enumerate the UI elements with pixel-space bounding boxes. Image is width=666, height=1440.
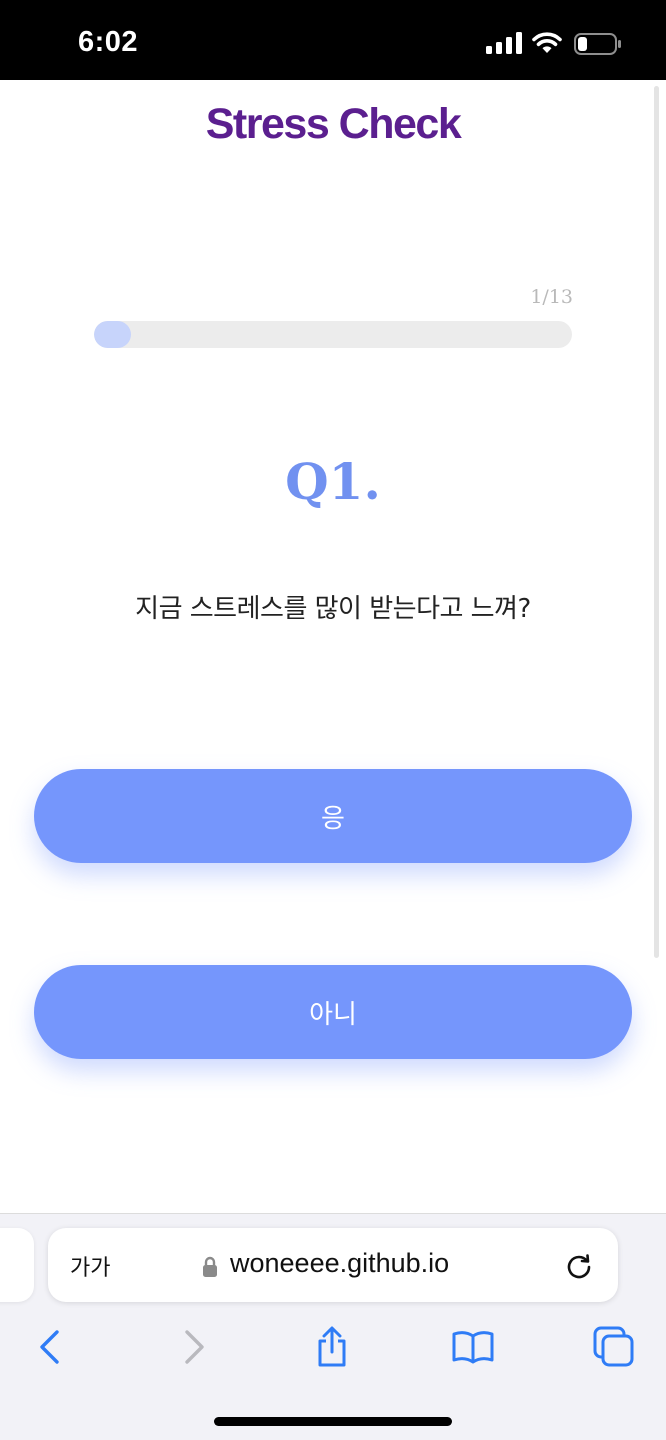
bookmarks-icon[interactable]	[452, 1326, 494, 1368]
answer-no-button[interactable]: 아니	[34, 965, 632, 1059]
question-number: Q1.	[285, 452, 381, 511]
text-size-button[interactable]: 가가	[70, 1250, 110, 1282]
progress-label: 1/13	[530, 286, 573, 308]
question-text: 지금 스트레스를 많이 받는다고 느껴?	[135, 594, 531, 624]
answer-yes-button[interactable]: 응	[34, 769, 632, 863]
url-text[interactable]: woneeee.github.io	[230, 1248, 449, 1279]
battery-low-icon	[574, 33, 621, 55]
tabs-icon[interactable]	[593, 1326, 635, 1368]
page-scrollbar[interactable]	[654, 86, 659, 958]
forward-icon[interactable]	[172, 1326, 214, 1368]
previous-tab-preview[interactable]	[0, 1228, 34, 1302]
address-bar[interactable]: 가가 woneeee.github.io	[48, 1228, 618, 1302]
progress-bar	[94, 321, 572, 348]
app-title: Stress Check	[205, 100, 462, 148]
wifi-icon	[532, 32, 562, 53]
cellular-signal-icon	[486, 32, 522, 54]
share-icon[interactable]	[311, 1326, 353, 1368]
progress-fill	[94, 321, 131, 348]
answer-yes-label: 응	[321, 803, 345, 834]
status-bar: 6:02	[0, 0, 666, 80]
status-time: 6:02	[78, 26, 139, 58]
home-indicator	[214, 1417, 452, 1426]
browser-toolbar: 가가 woneeee.github.io	[0, 1213, 666, 1440]
reload-icon[interactable]	[565, 1252, 593, 1280]
answer-no-label: 아니	[309, 999, 357, 1030]
lock-icon	[203, 1256, 217, 1277]
back-icon[interactable]	[30, 1326, 72, 1368]
